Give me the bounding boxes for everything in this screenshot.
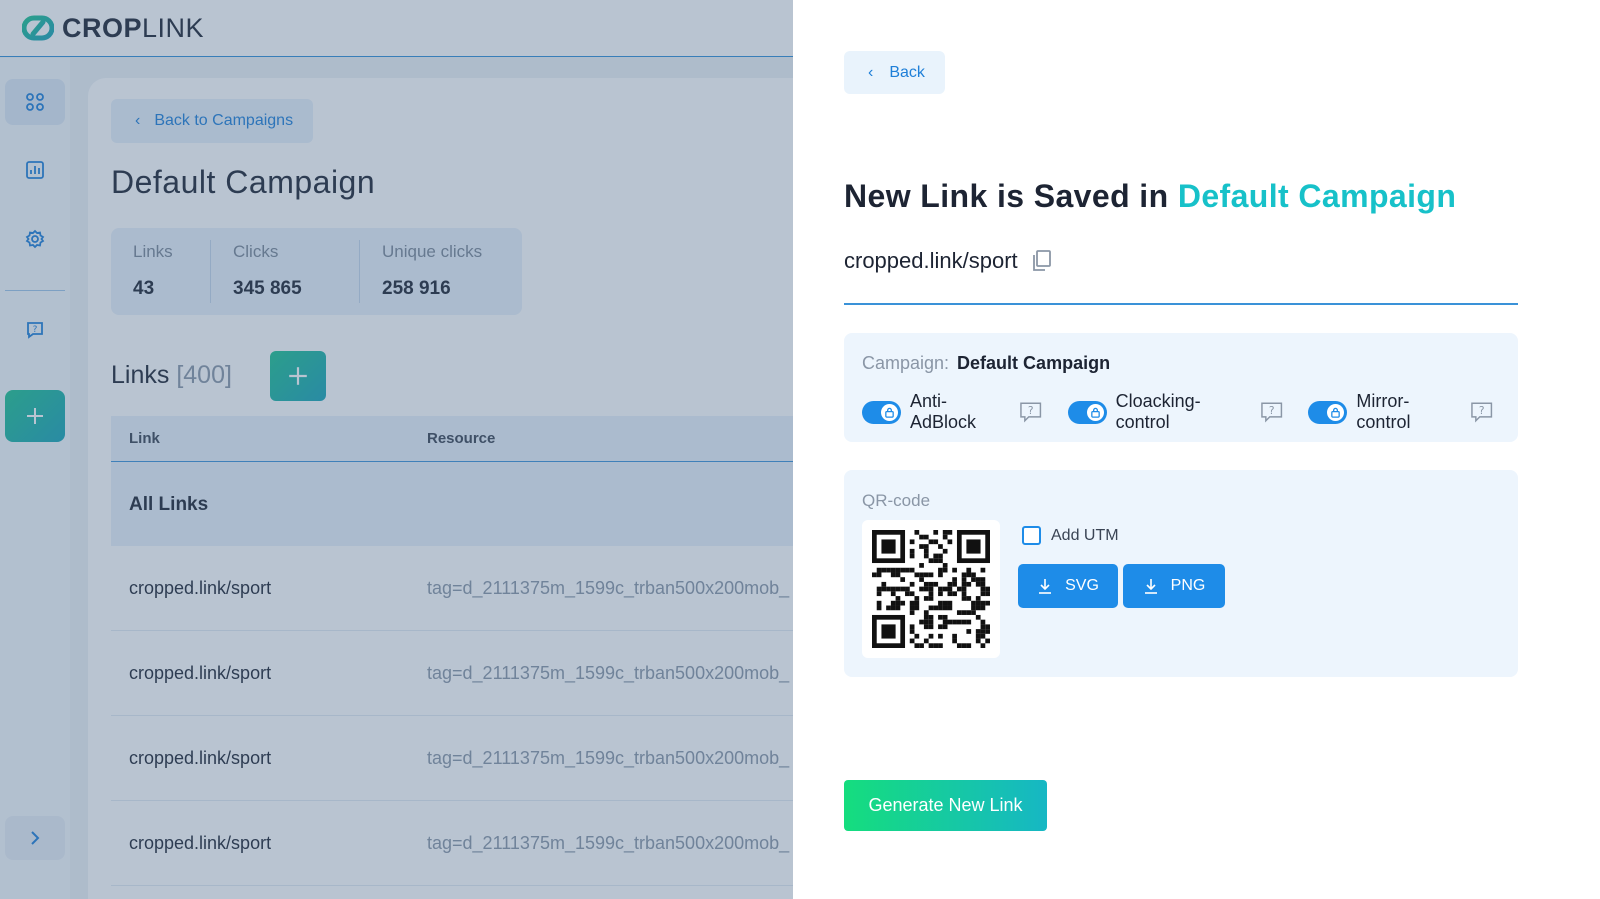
panel-title-campaign: Default Campaign	[1177, 178, 1457, 214]
toggle-cloacking-control: Cloacking-control ?	[1067, 391, 1284, 433]
download-icon	[1144, 579, 1157, 594]
toggle-anti-adblock: Anti-AdBlock ?	[862, 391, 1043, 433]
help-icon[interactable]: ?	[1260, 401, 1283, 423]
modal-backdrop[interactable]	[0, 0, 793, 899]
protection-toggles: Anti-AdBlock ? Cloacking-control ? Mirro…	[862, 391, 1518, 433]
help-icon[interactable]: ?	[1019, 401, 1042, 423]
help-icon[interactable]: ?	[1470, 401, 1493, 423]
campaign-settings: Campaign: Default Campaign Anti-AdBlock ?…	[844, 333, 1518, 442]
download-png-button[interactable]: PNG	[1123, 564, 1225, 608]
svg-text:?: ?	[1478, 404, 1484, 417]
lock-icon	[885, 407, 894, 418]
add-utm-checkbox[interactable]	[1022, 526, 1041, 545]
back-label: Back	[889, 63, 925, 81]
cloacking-control-switch[interactable]	[1067, 400, 1107, 424]
campaign-line: Campaign: Default Campaign	[862, 353, 1111, 373]
mirror-control-switch[interactable]	[1308, 400, 1348, 424]
toggle-mirror-control: Mirror-control ?	[1308, 391, 1493, 433]
cloacking-control-label: Cloacking-control	[1115, 391, 1201, 432]
mirror-control-label: Mirror-control	[1356, 391, 1411, 432]
chevron-left-icon: ‹	[868, 63, 874, 81]
qr-code-section: QR-code Add UTM SVG PNG	[844, 470, 1518, 677]
back-button[interactable]: ‹ Back	[844, 51, 945, 94]
panel-title: New Link is Saved in Default Campaign	[844, 178, 1457, 214]
qr-label: QR-code	[862, 491, 931, 510]
lock-icon	[1090, 407, 1100, 418]
svg-text:?: ?	[1269, 404, 1275, 417]
copy-icon[interactable]	[1030, 249, 1052, 273]
divider	[844, 303, 1518, 305]
qr-code-image	[862, 520, 1000, 658]
anti-adblock-switch[interactable]	[862, 400, 901, 424]
anti-adblock-label: Anti-AdBlock	[909, 391, 976, 432]
short-link-text: cropped.link/sport	[844, 248, 1018, 273]
download-svg-button[interactable]: SVG	[1018, 564, 1118, 608]
download-icon	[1039, 579, 1052, 594]
new-link-panel: ‹ Back New Link is Saved in Default Camp…	[793, 0, 1600, 899]
add-utm-option[interactable]: Add UTM	[1022, 526, 1119, 545]
generate-new-link-button[interactable]: Generate New Link	[844, 780, 1047, 831]
short-link: cropped.link/sport	[844, 248, 1052, 274]
add-utm-label: Add UTM	[1051, 526, 1119, 544]
qr-code-icon	[872, 530, 990, 648]
svg-text:?: ?	[1028, 404, 1034, 417]
lock-icon	[1331, 407, 1341, 418]
